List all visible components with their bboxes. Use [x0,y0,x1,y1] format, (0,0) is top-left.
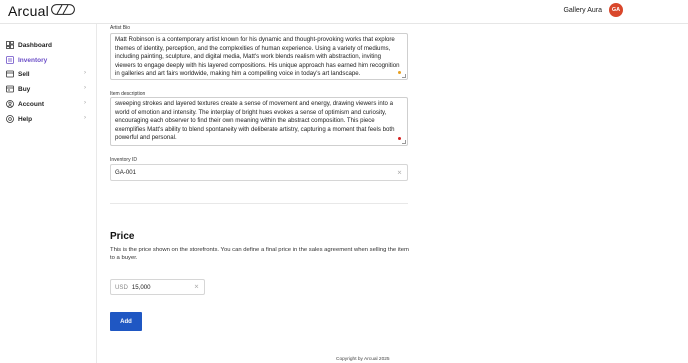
artist-bio-line: viewers to engage deeply with his layere… [115,61,400,69]
artist-bio-label: Artist Bio [110,25,131,31]
sidebar-item-buy[interactable]: Buy › [6,83,90,95]
inventory-id-value: GA-001 [115,169,137,176]
sidebar-item-help[interactable]: Help › [6,113,90,125]
artist-bio-line: Matt Robinson is a contemporary artist k… [115,36,395,43]
buy-icon [6,85,14,93]
grammar-indicator-icon[interactable] [398,71,401,74]
sidebar-item-label: Sell [18,70,30,78]
artist-bio-textarea[interactable]: Matt Robinson is a contemporary artist k… [110,33,408,80]
sidebar-item-label: Help [18,115,33,123]
price-input[interactable]: USD 15,000 ✕ [110,279,205,295]
chevron-right-icon: › [84,100,86,106]
price-description: This is the price shown on the storefron… [110,247,409,261]
item-description-line: powerful and personal. [115,134,177,141]
spellcheck-indicator-icon[interactable] [398,137,401,140]
inventory-id-label: Inventory ID [110,157,137,163]
sidebar-item-inventory[interactable]: Inventory [6,54,90,66]
artist-bio-line: themes of identity, perception, and the … [115,44,391,52]
footer-copyright: Copyright by Arcual 2025 [336,357,390,362]
sidebar-item-account[interactable]: Account › [6,98,90,110]
help-icon [6,115,14,123]
sidebar-item-label: Inventory [18,56,48,64]
top-header: Arcual Gallery Aura GA [0,0,688,24]
add-button[interactable]: Add [110,312,142,331]
chevron-right-icon: › [84,115,86,121]
resize-handle-icon[interactable] [402,140,406,144]
item-description-line: sweeping strokes and layered textures cr… [115,100,393,107]
sidebar-item-label: Account [18,100,44,108]
resize-handle-icon[interactable] [402,74,406,78]
account-icon [6,100,14,108]
item-description-line: world of emotion and intensity. The inte… [115,108,387,116]
item-description-line: exemplifies Matt's ability to blend spon… [115,125,395,133]
item-description-line: encouraging each observer to find their … [115,117,375,124]
arcual-logo[interactable]: Arcual [8,3,75,19]
inventory-icon [6,56,14,64]
user-name[interactable]: Gallery Aura [563,7,602,14]
artist-bio-line: in galleries and art fairs worldwide, ma… [115,70,361,77]
item-description-textarea[interactable]: sweeping strokes and layered textures cr… [110,97,408,146]
sidebar-item-sell[interactable]: Sell › [6,68,90,80]
price-value: 15,000 [131,283,151,291]
logo-mark-icon [50,2,75,20]
avatar[interactable]: GA [609,3,623,17]
logo-text: Arcual [8,3,49,19]
sidebar-item-dashboard[interactable]: Dashboard [6,39,90,51]
currency-label: USD [115,283,128,291]
section-divider [110,203,408,204]
artist-bio-line: including painting, sculpture, and digit… [115,53,382,60]
dashboard-icon [6,41,14,49]
clear-icon[interactable]: ✕ [194,284,199,291]
sell-icon [6,70,14,78]
sidebar-item-label: Dashboard [18,41,52,49]
sidebar-item-label: Buy [18,85,31,93]
sidebar: Dashboard Inventory Sell › Buy › Account… [0,24,97,363]
clear-icon[interactable]: ✕ [397,169,402,176]
inventory-id-input[interactable]: GA-001 ✕ [110,164,408,181]
chevron-right-icon: › [84,85,86,91]
chevron-right-icon: › [84,70,86,76]
price-title: Price [110,231,135,242]
